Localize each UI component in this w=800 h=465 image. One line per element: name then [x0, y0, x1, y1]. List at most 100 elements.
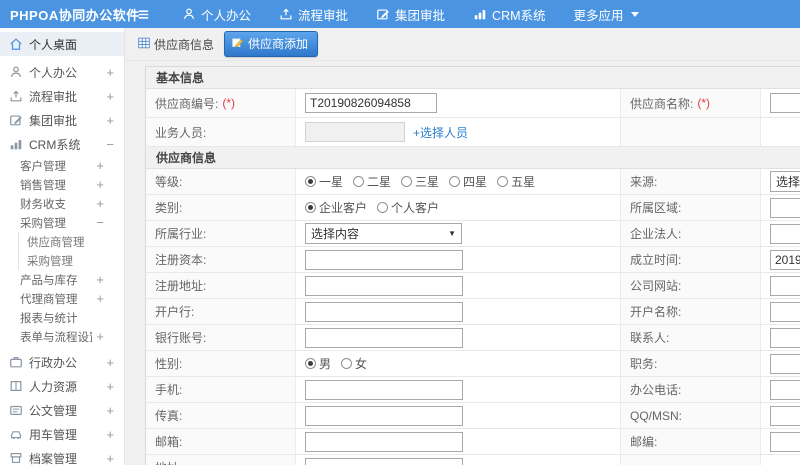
sidebar-item-personal-office[interactable]: 个人办公 + — [0, 60, 124, 84]
sidebar-item-group-approval[interactable]: 集团审批 + — [0, 108, 124, 132]
radio-icon — [377, 202, 389, 213]
sidebar-item-purchasing[interactable]: 采购管理 — [19, 251, 124, 270]
collapse-icon[interactable]: − — [96, 215, 104, 230]
zip-input[interactable] — [770, 431, 800, 452]
expand-icon[interactable]: + — [106, 65, 114, 80]
supplier-code-input[interactable] — [305, 93, 437, 113]
sidebar-item-label: 产品与库存 — [20, 274, 78, 287]
sidebar-item-vehicle-mgmt[interactable]: 用车管理 + — [0, 422, 124, 446]
expand-icon[interactable]: + — [96, 291, 104, 306]
email-input[interactable] — [305, 431, 463, 452]
mobile-input[interactable] — [305, 379, 463, 400]
sidebar-item-form-flow-settings[interactable]: 表单与流程设置 + — [0, 327, 124, 346]
level-option-4star[interactable]: 四星 — [449, 173, 487, 190]
industry-label: 所属行业: — [146, 221, 296, 246]
expand-icon[interactable]: + — [96, 158, 104, 173]
sidebar-item-crm-system[interactable]: CRM系统 − — [0, 132, 124, 156]
bank-account-input[interactable] — [305, 327, 463, 348]
founded-input[interactable] — [770, 249, 800, 270]
sidebar-item-label: 采购管理 — [27, 255, 73, 268]
nav-group-approval[interactable]: 集团审批 — [376, 5, 445, 24]
expand-icon[interactable]: + — [96, 272, 104, 287]
tab-supplier-add[interactable]: 供应商添加 — [224, 31, 319, 57]
empty-field — [761, 118, 800, 146]
required-mark: (*) — [222, 96, 236, 110]
row-gender-position: 性别: 男 女 职务: — [146, 351, 800, 377]
expand-icon[interactable]: + — [106, 451, 114, 465]
choose-staff-link[interactable]: +选择人员 — [413, 124, 468, 141]
tab-supplier-list[interactable]: 供应商信息 — [133, 32, 218, 57]
sidebar-item-doc-mgmt[interactable]: 公文管理 + — [0, 398, 124, 422]
source-select[interactable]: 选择内容▼ — [770, 171, 800, 192]
gender-option-female[interactable]: 女 — [341, 355, 367, 372]
fax-input[interactable] — [305, 405, 463, 426]
website-input[interactable] — [770, 275, 800, 296]
bank-input[interactable] — [305, 301, 463, 322]
radio-selected-icon — [305, 358, 316, 369]
sidebar-item-label: 用车管理 — [29, 427, 78, 442]
expand-icon[interactable]: + — [106, 113, 114, 128]
collapse-icon[interactable]: − — [106, 137, 114, 152]
expand-icon[interactable]: + — [106, 427, 114, 442]
expand-icon[interactable]: + — [106, 89, 114, 104]
sidebar-item-admin-office[interactable]: 行政办公 + — [0, 350, 124, 374]
sidebar-item-purchase-mgmt[interactable]: 采购管理 − — [0, 213, 124, 232]
position-input[interactable] — [770, 353, 800, 374]
staff-label: 业务人员: — [146, 118, 296, 146]
sidebar-item-supplier-mgmt[interactable]: 供应商管理 — [19, 232, 124, 251]
sidebar-item-process-approval[interactable]: 流程审批 + — [0, 84, 124, 108]
tab-label: 供应商添加 — [248, 37, 309, 51]
select-caret-icon: ▼ — [448, 229, 456, 238]
nav-personal-office[interactable]: 个人办公 — [182, 5, 251, 24]
gender-option-male[interactable]: 男 — [305, 355, 331, 372]
expand-icon[interactable]: + — [96, 177, 104, 192]
sidebar-item-agent-mgmt[interactable]: 代理商管理 + — [0, 289, 124, 308]
sidebar-item-archive-mgmt[interactable]: 档案管理 + — [0, 446, 124, 465]
qq-input[interactable] — [770, 405, 800, 426]
office-tel-input[interactable] — [770, 379, 800, 400]
expand-icon[interactable]: + — [106, 379, 114, 394]
address-input[interactable] — [305, 457, 463, 465]
nav-more-apps[interactable]: 更多应用 — [574, 5, 639, 24]
nav-crm-system[interactable]: CRM系统 — [473, 5, 546, 24]
sidebar-item-label: 人力资源 — [29, 379, 78, 394]
level-option-2star[interactable]: 二星 — [353, 173, 391, 190]
founded-label: 成立时间: — [621, 247, 761, 272]
sidebar-item-finance[interactable]: 财务收支 + — [0, 194, 124, 213]
reg-address-label: 注册地址: — [146, 273, 296, 298]
region-input[interactable] — [770, 197, 800, 218]
sidebar-item-product-stock[interactable]: 产品与库存 + — [0, 270, 124, 289]
briefcase-icon — [9, 355, 23, 369]
account-name-input[interactable] — [770, 301, 800, 322]
level-option-3star[interactable]: 三星 — [401, 173, 439, 190]
nav-process-approval[interactable]: 流程审批 — [279, 5, 348, 24]
sidebar-item-sales-mgmt[interactable]: 销售管理 + — [0, 175, 124, 194]
hamburger-icon[interactable] — [128, 7, 158, 22]
supplier-name-input[interactable] — [770, 93, 800, 113]
sidebar-item-reports[interactable]: 报表与统计 — [0, 308, 124, 327]
gender-radio-group: 男 女 — [305, 355, 367, 372]
category-option-enterprise[interactable]: 企业客户 — [305, 199, 367, 216]
expand-icon[interactable]: + — [96, 329, 104, 344]
sidebar-item-hr[interactable]: 人力资源 + — [0, 374, 124, 398]
row-fax-qq: 传真: QQ/MSN: — [146, 403, 800, 429]
level-option-5star[interactable]: 五星 — [497, 173, 535, 190]
legal-input[interactable] — [770, 223, 800, 244]
top-bar: PHPOA协同办公软件 个人办公 流程审批 集团审批 CRM系统 更多应用 — [0, 0, 800, 28]
expand-icon[interactable]: + — [96, 196, 104, 211]
row-capital-founded: 注册资本: 成立时间: — [146, 247, 800, 273]
level-option-1star[interactable]: 一星 — [305, 173, 343, 190]
category-option-personal[interactable]: 个人客户 — [377, 199, 439, 216]
sidebar: 个人桌面 个人办公 + 流程审批 + 集团审批 + CRM系统 − 客户管理 +… — [0, 28, 125, 465]
reg-address-input[interactable] — [305, 275, 463, 296]
expand-icon[interactable]: + — [106, 355, 114, 370]
contact-input[interactable] — [770, 327, 800, 348]
mobile-label: 手机: — [146, 377, 296, 402]
industry-select[interactable]: 选择内容 ▼ — [305, 223, 462, 244]
bank-label: 开户行: — [146, 299, 296, 324]
expand-icon[interactable]: + — [106, 403, 114, 418]
capital-input[interactable] — [305, 249, 463, 270]
sidebar-item-customer-mgmt[interactable]: 客户管理 + — [0, 156, 124, 175]
sidebar-item-personal-desktop[interactable]: 个人桌面 — [0, 32, 124, 56]
staff-input[interactable] — [305, 122, 405, 142]
